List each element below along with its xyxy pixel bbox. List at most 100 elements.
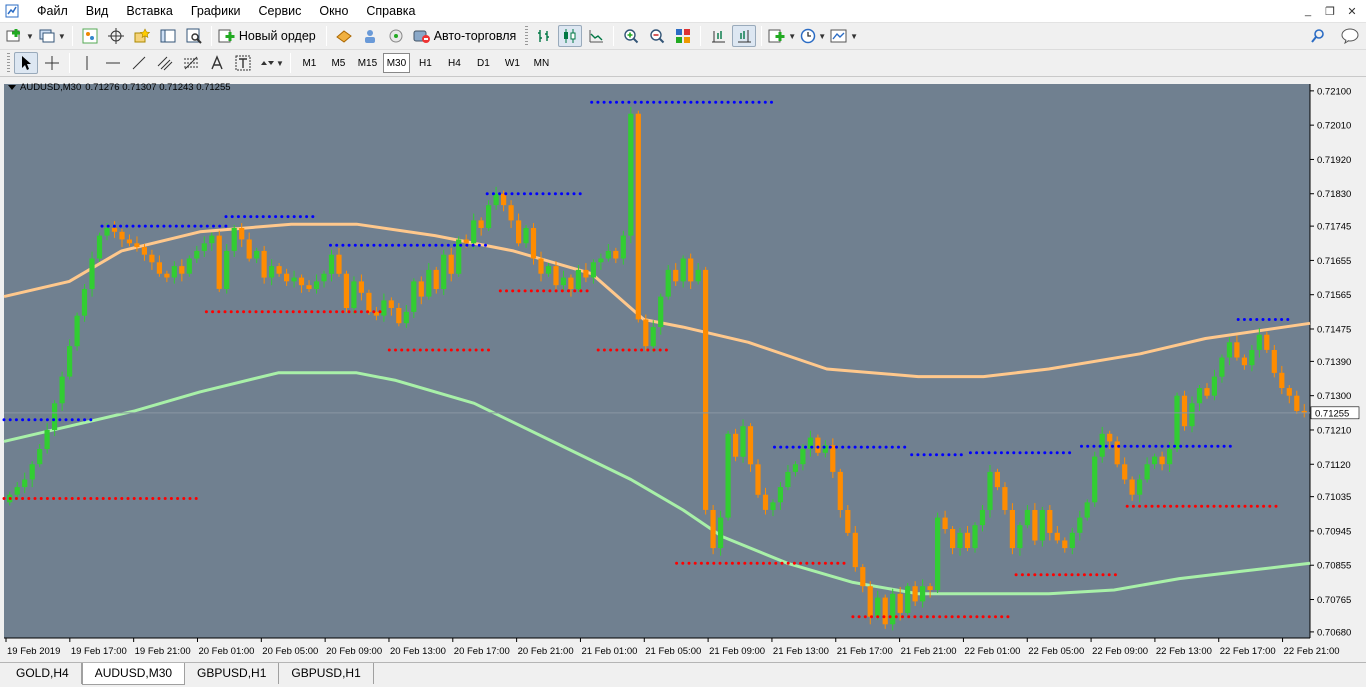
candle-body bbox=[1039, 510, 1045, 541]
toolbar-grip[interactable] bbox=[525, 26, 529, 46]
support-dot bbox=[304, 310, 308, 314]
resistance-dot bbox=[835, 445, 838, 449]
profiles-icon bbox=[39, 29, 55, 43]
resistance-dot bbox=[987, 451, 991, 455]
zoom-in-button[interactable] bbox=[619, 25, 643, 47]
resistance-dot bbox=[2, 418, 6, 422]
candle-body bbox=[1256, 334, 1262, 350]
zoom-out-button[interactable] bbox=[645, 25, 669, 47]
toolbar-grip[interactable] bbox=[7, 53, 10, 73]
menu-file[interactable]: Файл bbox=[28, 0, 77, 22]
crosshair-tool-button[interactable] bbox=[40, 52, 64, 74]
candle-body bbox=[381, 300, 387, 316]
signals-button[interactable] bbox=[384, 25, 408, 47]
indicators-button[interactable]: ▼ bbox=[767, 25, 797, 47]
terminal-button[interactable] bbox=[156, 25, 180, 47]
candle-body bbox=[1271, 350, 1277, 373]
tab-gbpusd-h1-2[interactable]: GBPUSD,H1 bbox=[279, 663, 374, 684]
candlestick-chart-button[interactable] bbox=[558, 25, 583, 47]
channel-icon bbox=[157, 56, 173, 71]
new-chart-button[interactable]: ▼ bbox=[5, 25, 35, 47]
arrows-button[interactable]: ▼ bbox=[257, 52, 285, 74]
support-dot bbox=[487, 348, 490, 352]
menu-tools[interactable]: Сервис bbox=[250, 0, 311, 22]
chart-shift-button[interactable] bbox=[706, 25, 730, 47]
auto-trading-button[interactable]: Авто-торговля bbox=[410, 25, 522, 47]
new-chart-icon bbox=[6, 29, 20, 42]
support-dot bbox=[1212, 504, 1216, 508]
resistance-dot bbox=[732, 100, 736, 104]
tab-gbpusd-h1[interactable]: GBPUSD,H1 bbox=[185, 663, 280, 684]
chart-window[interactable]: 0.72100 0.72010 0.71920 0.71830 0.71745 0.716… bbox=[0, 78, 1366, 662]
bar-chart-button[interactable] bbox=[532, 25, 556, 47]
line-chart-button[interactable] bbox=[584, 25, 608, 47]
timeframe-w1[interactable]: W1 bbox=[499, 53, 526, 73]
support-dot bbox=[418, 348, 422, 352]
candle-body bbox=[590, 262, 596, 278]
text-tool-button[interactable] bbox=[205, 52, 229, 74]
price-chart[interactable]: 0.72100 0.72010 0.71920 0.71830 0.71745 0.716… bbox=[0, 78, 1366, 662]
candle-body bbox=[553, 266, 559, 286]
new-order-button[interactable]: Новый ордер bbox=[217, 25, 321, 47]
minimize-button[interactable]: _ bbox=[1298, 2, 1318, 20]
candle-body bbox=[665, 269, 671, 297]
strategy-tester-button[interactable] bbox=[182, 25, 206, 47]
support-dot bbox=[876, 615, 880, 619]
tile-windows-button[interactable] bbox=[671, 25, 695, 47]
candle-body bbox=[800, 449, 806, 465]
resistance-dot bbox=[119, 224, 123, 228]
timeframe-h4[interactable]: H4 bbox=[441, 53, 468, 73]
support-dot bbox=[1144, 504, 1148, 508]
candle-body bbox=[194, 250, 200, 259]
meta-editor-button[interactable] bbox=[332, 25, 356, 47]
candle-body bbox=[441, 254, 447, 289]
timeframe-d1[interactable]: D1 bbox=[470, 53, 497, 73]
candle-body bbox=[313, 281, 320, 289]
market-watch-button[interactable] bbox=[78, 25, 102, 47]
vertical-line-button[interactable] bbox=[75, 52, 99, 74]
candle-body bbox=[718, 517, 724, 549]
resistance-dot bbox=[156, 224, 160, 228]
chat-bubble-icon[interactable] bbox=[1340, 28, 1360, 47]
equidistant-channel-button[interactable] bbox=[153, 52, 177, 74]
resistance-dot bbox=[959, 453, 963, 457]
profiles-button[interactable]: ▼ bbox=[37, 25, 67, 47]
resistance-dot bbox=[658, 100, 662, 104]
fibonacci-button[interactable] bbox=[179, 52, 203, 74]
templates-button[interactable]: ▼ bbox=[829, 25, 859, 47]
timeframe-m15[interactable]: M15 bbox=[354, 53, 381, 73]
candle-body bbox=[501, 193, 507, 206]
timeframe-mn[interactable]: MN bbox=[528, 53, 555, 73]
timeframe-h1[interactable]: H1 bbox=[412, 53, 439, 73]
price-tick-label: 0.70680 bbox=[1317, 627, 1351, 638]
resistance-dot bbox=[1135, 444, 1139, 448]
collapse-triangle-icon[interactable] bbox=[8, 85, 16, 90]
horizontal-line-button[interactable] bbox=[101, 52, 125, 74]
data-window-button[interactable] bbox=[104, 25, 128, 47]
restore-button[interactable]: ❐ bbox=[1320, 2, 1340, 20]
tab-audusd-m30[interactable]: AUDUSD,M30 bbox=[81, 663, 186, 685]
tab-gold-h4[interactable]: GOLD,H4 bbox=[4, 663, 82, 684]
app-logo-icon[interactable] bbox=[4, 3, 20, 19]
support-dot bbox=[145, 497, 149, 500]
menu-insert[interactable]: Вставка bbox=[117, 0, 181, 22]
menu-window[interactable]: Окно bbox=[310, 0, 357, 22]
autoscroll-button[interactable] bbox=[732, 25, 757, 47]
trendline-button[interactable] bbox=[127, 52, 151, 74]
periods-button[interactable]: ▼ bbox=[799, 25, 827, 47]
navigator-button[interactable] bbox=[130, 25, 154, 47]
timeframe-m30[interactable]: M30 bbox=[382, 53, 410, 73]
cursor-tool-button[interactable] bbox=[14, 52, 38, 74]
menu-view[interactable]: Вид bbox=[77, 0, 118, 22]
candle-body bbox=[149, 254, 155, 263]
community-button[interactable] bbox=[358, 25, 382, 47]
close-button[interactable]: ✕ bbox=[1342, 2, 1362, 20]
timeframe-m5[interactable]: M5 bbox=[325, 53, 352, 73]
text-label-button[interactable] bbox=[231, 52, 255, 74]
timeframe-m1[interactable]: M1 bbox=[296, 53, 323, 73]
resistance-dot bbox=[993, 451, 997, 455]
menu-charts[interactable]: Графики bbox=[182, 0, 250, 22]
search-icon[interactable] bbox=[1310, 28, 1326, 47]
menu-help[interactable]: Справка bbox=[357, 0, 424, 22]
support-dot bbox=[944, 615, 948, 619]
